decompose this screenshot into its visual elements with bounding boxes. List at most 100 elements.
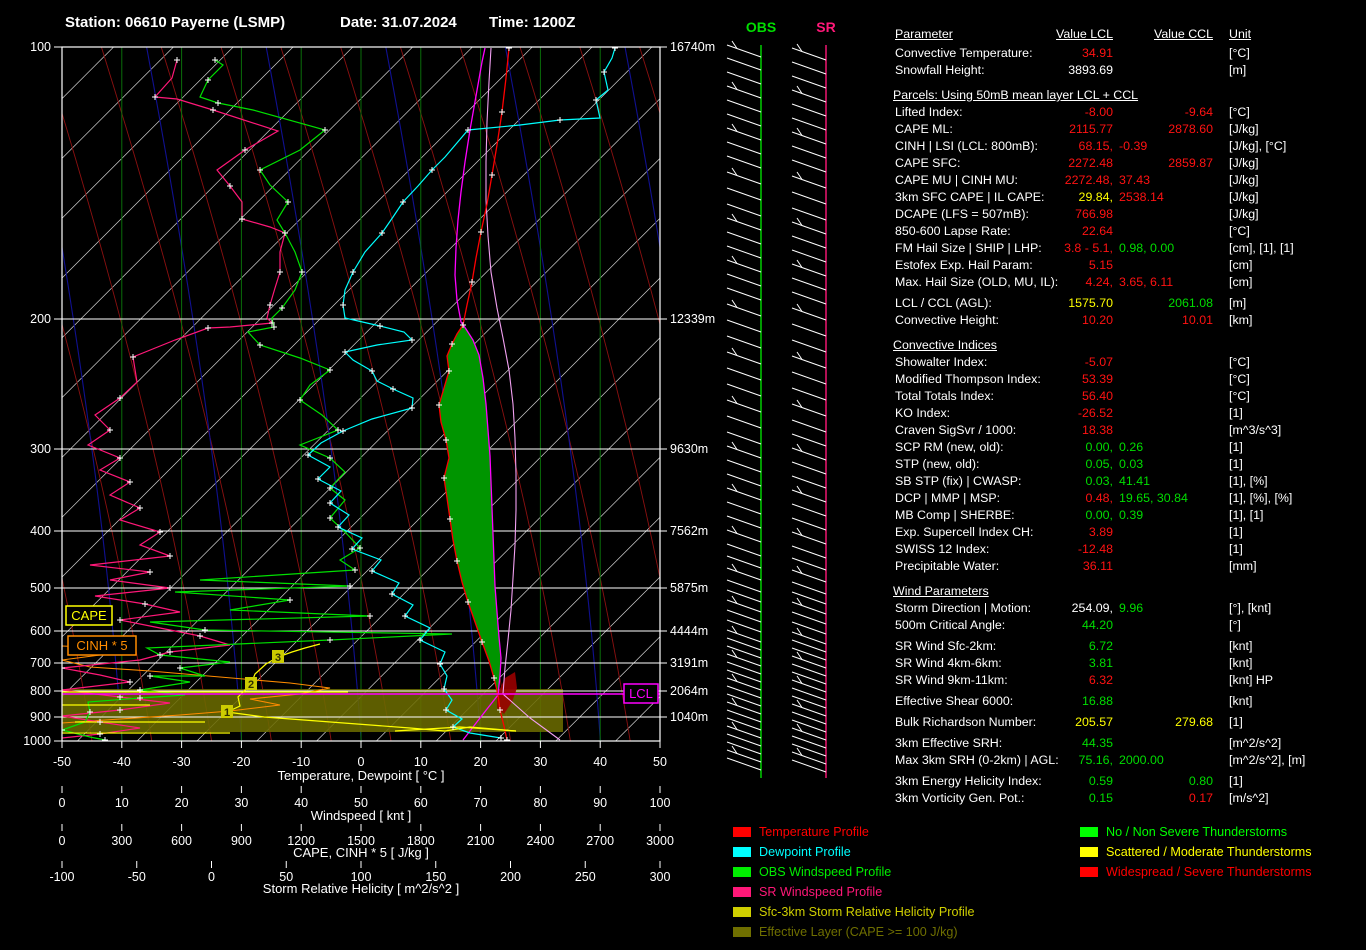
axis-title: Temperature, Dewpoint [ °C ] (277, 768, 444, 783)
sr-wind-barb (791, 339, 827, 353)
table-row: Max 3km SRH (0-2km) | AGL: 75.16, 2000.00[… (895, 753, 1306, 767)
pressure-tick-label: 100 (30, 40, 51, 54)
obs-column-label: OBS (746, 19, 776, 35)
row-unit: [°C] (1229, 389, 1250, 403)
legend-swatch (733, 907, 751, 917)
table-row: LCL / CCL (AGL): 1575.70 2061.08 [m] (895, 296, 1247, 310)
axis-tick-label: 30 (533, 755, 547, 769)
row-unit: [knt] (1229, 639, 1253, 653)
obs-wind-barb (726, 459, 762, 473)
table-row: Snowfall Height: 3893.69 [m] (895, 63, 1247, 77)
axis-tick-label: 30 (234, 796, 248, 810)
moist-adiabat-line (699, 47, 869, 741)
sr-wind-barb (791, 557, 827, 571)
sr-wind-barb (791, 489, 827, 503)
sounding-app-window: { "title":{"station":"Station: 06610 Pay… (0, 0, 1366, 950)
row-unit: [°C] (1229, 224, 1250, 238)
legend-item: Widespread / Severe Thunderstorms (1080, 862, 1312, 882)
row-unit: [1] (1229, 774, 1243, 788)
legend-label: Effective Layer (CAPE >= 100 J/kg) (759, 925, 958, 939)
isotherm-line (196, 277, 660, 741)
height-tick-label: 12339m (670, 312, 715, 326)
obs-wind-barb (726, 579, 762, 593)
obs-wind-barb (726, 599, 762, 613)
table-row: Storm Direction | Motion: 254.09, 9.96 [°],… (895, 601, 1272, 615)
sr-wind-barb (791, 403, 827, 417)
sr-wind-barb (791, 419, 827, 433)
table-row: DCP | MMP | MSP: 0.48, 19.65, 30.84 [1], [%… (895, 491, 1293, 505)
parameter-table: Parameter Value LCL Value CCL Unit Conve… (893, 26, 1366, 807)
obs-wind-barb (726, 529, 762, 543)
sr-wind-barb (791, 175, 827, 189)
legend-item: Dewpoint Profile (733, 842, 975, 862)
dry-adiabat-line (146, 47, 243, 741)
row-unit: [J/kg], [°C] (1229, 139, 1287, 153)
pressure-tick-label: 400 (30, 524, 51, 538)
axis-tick-label: 0 (358, 755, 365, 769)
legend-item: Scattered / Moderate Thunderstorms (1080, 842, 1312, 862)
sr-wind-barb (791, 447, 827, 461)
table-body: Convective Temperature: 34.91 [°C] Snowfall… (893, 45, 1366, 807)
severity-legend: No / Non Severe Thunderstorms Scattered /… (1080, 822, 1312, 882)
moist-adiabat-line (160, 47, 332, 741)
axis-tick-label: 80 (533, 796, 547, 810)
axis-tick-label: -20 (232, 755, 250, 769)
table-row: SB STP (fix) | CWASP: 0.03, 41.41 [1], [%] (895, 474, 1268, 488)
obs-wind-barb (726, 487, 762, 501)
row-unit: [°] (1229, 618, 1241, 632)
row-unit: [°C] (1229, 46, 1250, 60)
legend-item: SR Windspeed Profile (733, 882, 975, 902)
table-row: 3km Vorticity Gen. Pot.: 0.15 0.17 [m/s^2] (895, 791, 1269, 805)
moist-adiabat-line (220, 47, 392, 741)
legend-label: Sfc-3km Storm Relative Helicity Profile (759, 905, 975, 919)
effective-layer-band (62, 689, 563, 732)
axis-tick-label: 60 (414, 796, 428, 810)
obs-wind-barb (726, 231, 762, 245)
obs-wind-barb (726, 415, 762, 429)
row-unit: [cm] (1229, 258, 1253, 272)
row-unit: [m^2/s^2] (1229, 736, 1282, 750)
table-row: CAPE MU | CINH MU: 2272.48, 37.43 [J/kg] (895, 173, 1259, 187)
pressure-tick-label: 1000 (23, 734, 51, 748)
legend-label: Scattered / Moderate Thunderstorms (1106, 845, 1312, 859)
row-unit: [J/kg] (1229, 173, 1259, 187)
table-row: Convective Height: 10.20 10.01 [km] (895, 313, 1253, 327)
axis-tick-label: -40 (113, 755, 131, 769)
table-row: Exp. Supercell Index CH: 3.89 [1] (895, 525, 1243, 539)
pressure-tick-label: 200 (30, 312, 51, 326)
isotherm-line (62, 47, 354, 339)
legend-label: Temperature Profile (759, 825, 869, 839)
sr-wind-barb (791, 503, 827, 517)
table-row: Total Totals Index: 56.40 [°C] (895, 389, 1250, 403)
row-unit: [1] (1229, 457, 1243, 471)
profile-legend: Temperature Profile Dewpoint Profile OBS W… (733, 822, 975, 942)
legend-swatch (733, 887, 751, 897)
row-unit: [m] (1229, 63, 1247, 77)
axis-tick-label: -10 (292, 755, 310, 769)
height-tick-label: 7562m (670, 524, 708, 538)
dry-adiabat-line (504, 47, 601, 741)
sr-wind-barb (791, 61, 827, 75)
legend-swatch (733, 867, 751, 877)
chart-label-text: CINH * 5 (76, 638, 127, 653)
sr-wind-barb (791, 601, 827, 615)
axis-tick-label: 10 (414, 755, 428, 769)
sr-wind-barb (791, 461, 827, 475)
pressure-tick-label: 500 (30, 581, 51, 595)
obs-wind-barb (726, 555, 762, 569)
axis-tick-label: 300 (650, 870, 671, 884)
table-header-row: Parameter Value LCL Value CCL Unit (893, 26, 1366, 45)
axis-tick-label: 2100 (467, 834, 495, 848)
table-row: SR Wind Sfc-2km: 6.72 [knt] (895, 639, 1253, 653)
pressure-tick-label: 800 (30, 684, 51, 698)
sr-wind-barb (791, 307, 827, 321)
table-row: 850-600 Lapse Rate: 22.64 [°C] (895, 224, 1250, 238)
axis-tick-label: 0 (59, 796, 66, 810)
table-row: SR Wind 9km-11km: 6.32 [knt] HP (895, 673, 1274, 687)
axis-tick-label: -50 (128, 870, 146, 884)
moist-adiabat-line (759, 47, 880, 741)
header-parameter: Parameter (895, 27, 953, 41)
sr-wind-barb (791, 103, 827, 117)
obs-wind-barb (726, 383, 762, 397)
obs-wind-barb (726, 319, 762, 333)
